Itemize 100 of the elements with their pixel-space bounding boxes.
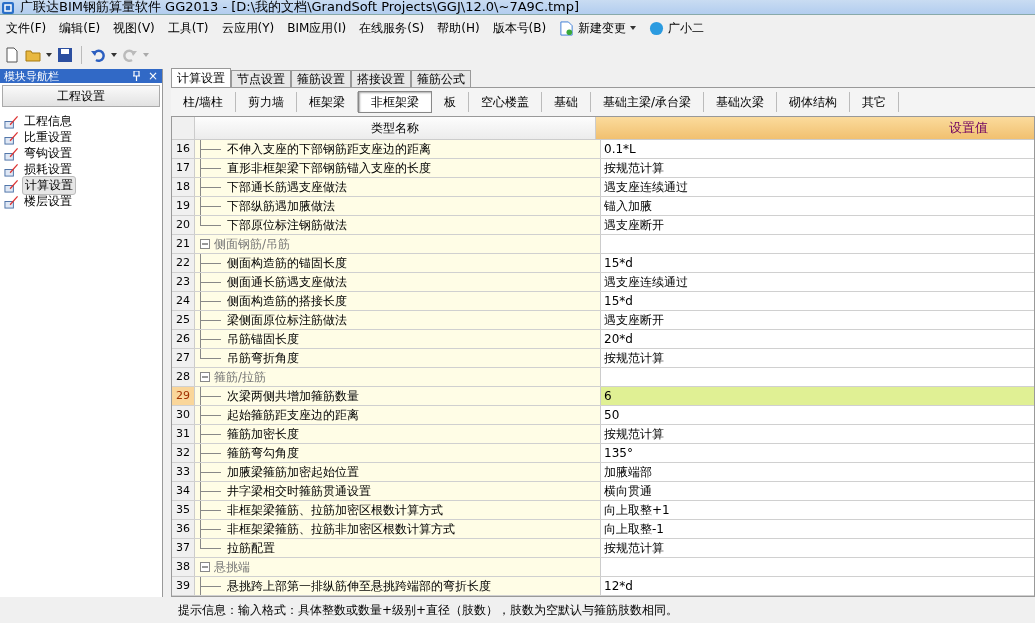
undo-icon[interactable] — [90, 47, 106, 63]
collapse-icon[interactable] — [200, 372, 210, 382]
pencil-icon — [4, 145, 19, 161]
pencil-icon — [4, 113, 19, 129]
caret-icon[interactable] — [630, 26, 637, 30]
tree-item[interactable]: 工程信息 — [22, 112, 74, 130]
setting-value[interactable]: 按规范计算 — [601, 425, 1034, 443]
tab[interactable]: 柱/墙柱 — [171, 92, 237, 112]
folder-icon[interactable] — [25, 47, 41, 63]
menu-item[interactable]: 新建变更 — [578, 19, 627, 37]
menu-item[interactable]: 文件(F) — [6, 19, 47, 37]
mascot-icon — [649, 20, 665, 36]
tree-item[interactable]: 弯钩设置 — [22, 144, 74, 162]
setting-value[interactable]: 按规范计算 — [601, 159, 1034, 177]
setting-name: 不伸入支座的下部钢筋距支座边的距离 — [227, 140, 431, 158]
collapse-icon[interactable] — [200, 239, 210, 249]
caret-icon[interactable] — [111, 53, 117, 57]
tree-item[interactable]: 计算设置 — [22, 175, 76, 195]
close-button[interactable]: × — [147, 70, 158, 82]
panel-title: 模块导航栏 — [4, 68, 60, 84]
setting-value[interactable]: 12*d — [601, 577, 1034, 595]
menu-item[interactable]: 云应用(Y) — [221, 19, 275, 37]
row-number: 18 — [172, 178, 195, 196]
tab[interactable]: 计算设置 — [171, 68, 231, 87]
setting-value[interactable]: 6 — [601, 387, 1034, 405]
tree-item[interactable]: 比重设置 — [22, 128, 74, 146]
setting-value[interactable]: 向上取整-1 — [601, 520, 1034, 538]
pin-icon[interactable] — [132, 71, 140, 81]
setting-name: 下部通长筋遇支座做法 — [227, 178, 347, 196]
setting-value[interactable]: 向上取整+1 — [601, 501, 1034, 519]
setting-value[interactable]: 50 — [601, 406, 1034, 424]
caret-icon[interactable] — [46, 53, 52, 57]
setting-value[interactable]: 135° — [601, 444, 1034, 462]
tree-item[interactable]: 楼层设置 — [22, 192, 74, 210]
tab[interactable]: 剪力墙 — [236, 92, 298, 112]
tab[interactable]: 搭接设置 — [351, 70, 411, 87]
tab[interactable]: 非框架梁 — [358, 91, 433, 113]
tab[interactable]: 节点设置 — [231, 70, 291, 87]
setting-name: 加腋梁箍筋加密起始位置 — [227, 463, 359, 481]
setting-name: 下部原位标注钢筋做法 — [227, 216, 347, 234]
menu-item[interactable]: BIM应用(I) — [287, 19, 347, 37]
menu-item[interactable]: 广小二 — [668, 19, 705, 37]
row-number: 21 — [172, 235, 195, 253]
column-header: 类型名称 — [195, 117, 596, 139]
setting-value[interactable]: 锚入加腋 — [601, 197, 1034, 215]
setting-value[interactable]: 按规范计算 — [601, 349, 1034, 367]
tab[interactable]: 板 — [432, 92, 470, 112]
setting-name: 下部纵筋遇加腋做法 — [227, 197, 335, 215]
row-number: 24 — [172, 292, 195, 310]
menu-item[interactable]: 视图(V) — [113, 19, 155, 37]
setting-name: 起始箍筋距支座边的距离 — [227, 406, 359, 424]
tab[interactable]: 其它 — [850, 92, 900, 112]
tab[interactable]: 空心楼盖 — [469, 92, 543, 112]
setting-value[interactable]: 遇支座连续通过 — [601, 273, 1034, 291]
row-number: 26 — [172, 330, 195, 348]
tab[interactable]: 基础主梁/承台梁 — [591, 92, 705, 112]
group-label: 箍筋/拉筋 — [214, 368, 267, 386]
menu-item[interactable]: 版本号(B) — [492, 19, 547, 37]
setting-name: 直形非框架梁下部钢筋锚入支座的长度 — [227, 159, 431, 177]
setting-name: 悬挑跨上部第一排纵筋伸至悬挑跨端部的弯折长度 — [227, 577, 491, 595]
setting-name: 箍筋加密长度 — [227, 425, 299, 443]
menu-item[interactable]: 工具(T) — [167, 19, 209, 37]
pencil-icon — [4, 129, 19, 145]
row-number: 39 — [172, 577, 195, 595]
new-file-icon[interactable] — [4, 47, 20, 63]
tab[interactable]: 砌体结构 — [777, 92, 851, 112]
row-number: 22 — [172, 254, 195, 272]
group-label: 侧面钢筋/吊筋 — [214, 235, 291, 253]
tab[interactable]: 箍筋公式 — [411, 70, 471, 87]
setting-value[interactable]: 0.1*L — [601, 140, 1034, 158]
setting-value[interactable]: 按规范计算 — [601, 539, 1034, 557]
setting-value[interactable]: 加腋端部 — [601, 463, 1034, 481]
setting-value[interactable]: 横向贯通 — [601, 482, 1034, 500]
tab[interactable]: 基础次梁 — [704, 92, 778, 112]
row-number: 34 — [172, 482, 195, 500]
row-number: 32 — [172, 444, 195, 462]
tree-item[interactable]: 损耗设置 — [22, 160, 74, 178]
setting-value[interactable]: 15*d — [601, 292, 1034, 310]
tab[interactable]: 箍筋设置 — [291, 70, 351, 87]
setting-name: 侧面构造筋的搭接长度 — [227, 292, 347, 310]
menu-item[interactable]: 帮助(H) — [437, 19, 480, 37]
menu-item[interactable]: 编辑(E) — [59, 19, 101, 37]
row-number: 20 — [172, 216, 195, 234]
status-text: 提示信息：输入格式：具体整数或数量+级别+直径（肢数），肢数为空默认与箍筋肢数相同。 — [178, 601, 679, 619]
setting-value[interactable]: 15*d — [601, 254, 1034, 272]
section-button[interactable]: 工程设置 — [2, 85, 160, 107]
document-icon — [559, 20, 575, 36]
setting-value[interactable]: 遇支座连续通过 — [601, 178, 1034, 196]
tab[interactable]: 基础 — [542, 92, 592, 112]
window-title: 广联达BIM钢筋算量软件 GG2013 - [D:\我的文档\GrandSoft Projects\GGJ\12.0\~7A9C.tmp] — [20, 0, 580, 14]
pencil-icon — [4, 193, 19, 209]
menu-item[interactable]: 在线服务(S) — [359, 19, 425, 37]
setting-name: 吊筋弯折角度 — [227, 349, 299, 367]
collapse-icon[interactable] — [200, 562, 210, 572]
save-icon[interactable] — [57, 47, 73, 63]
setting-value[interactable]: 20*d — [601, 330, 1034, 348]
setting-value[interactable]: 遇支座断开 — [601, 311, 1034, 329]
setting-name: 井字梁相交时箍筋贯通设置 — [227, 482, 371, 500]
row-number: 35 — [172, 501, 195, 519]
setting-value[interactable]: 遇支座断开 — [601, 216, 1034, 234]
